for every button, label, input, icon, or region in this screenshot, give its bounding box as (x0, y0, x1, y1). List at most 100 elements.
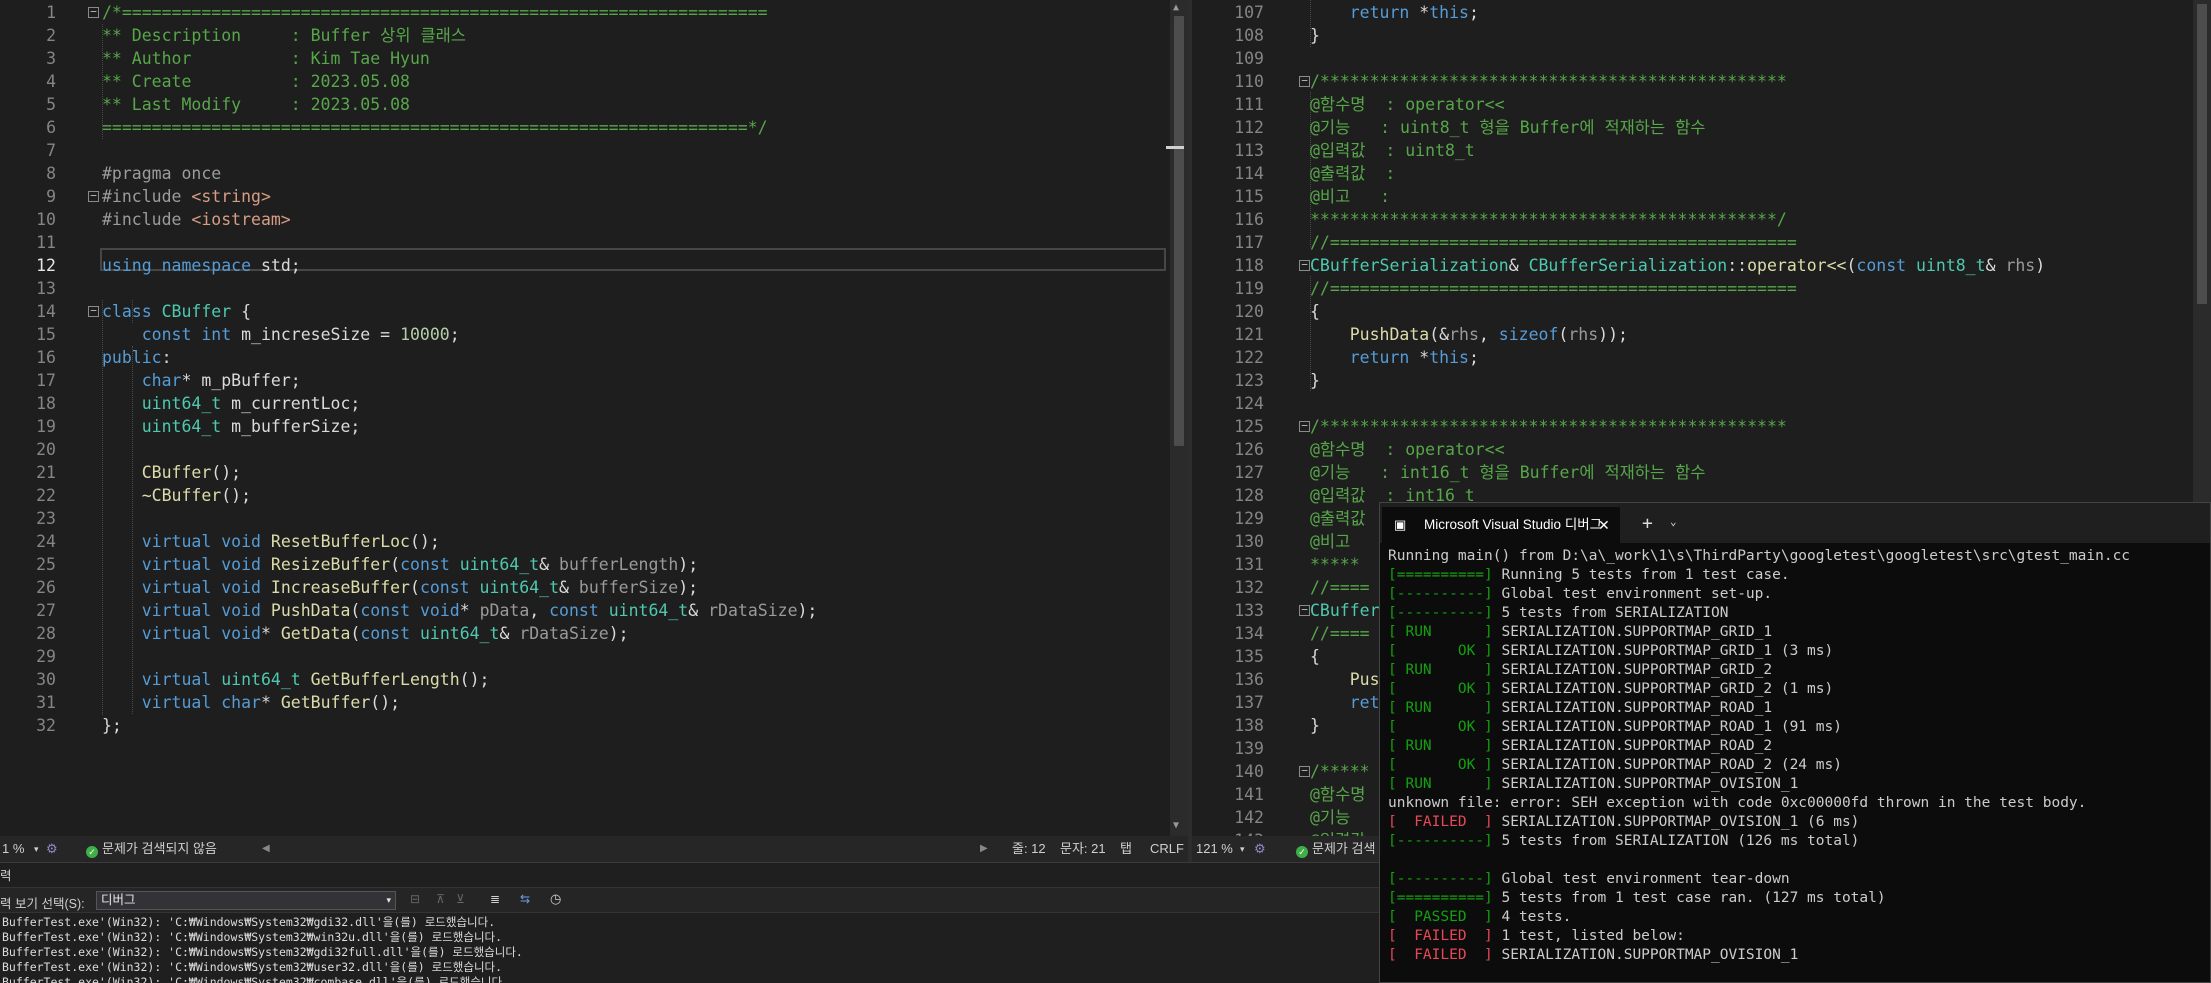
zoom-level[interactable]: 121 % (1196, 836, 1233, 862)
code-line[interactable]: 123} (1192, 369, 2211, 392)
scroll-left-arrow-icon[interactable]: ◀ (262, 836, 270, 862)
code-line[interactable]: 124 (1192, 392, 2211, 415)
next-message-icon[interactable]: ⊻ (456, 892, 465, 906)
code-line[interactable]: 8 #pragma once (0, 162, 1188, 185)
code-line[interactable]: 127 @기능 : int16_t 형을 Buffer에 적재하는 함수 (1192, 461, 2211, 484)
collapse-icon[interactable]: − (1299, 259, 1310, 271)
code-line[interactable]: 4 ** Create : 2023.05.08 (0, 70, 1188, 93)
code-text: CBuffer (1310, 599, 1380, 622)
code-line[interactable]: 115 @비고 : (1192, 185, 2211, 208)
word-wrap-icon[interactable]: ⇆ (520, 892, 530, 906)
code-line[interactable]: 19 uint64_t m_bufferSize; (0, 415, 1188, 438)
code-line[interactable]: 109 (1192, 47, 2211, 70)
code-line[interactable]: 32}; (0, 714, 1188, 737)
git-branch-icon[interactable]: ⚙ (46, 836, 58, 862)
collapse-icon[interactable]: − (1299, 420, 1310, 432)
check-circle-icon: ✓ (1296, 846, 1308, 858)
code-line[interactable]: 25 virtual void ResizeBuffer(const uint6… (0, 553, 1188, 576)
find-message-icon[interactable]: ⊟ (410, 892, 420, 906)
collapse-icon[interactable]: − (88, 305, 99, 317)
code-line[interactable]: 126 @함수명 : operator<< (1192, 438, 2211, 461)
code-line[interactable]: 114 @출력값 : (1192, 162, 2211, 185)
line-indicator[interactable]: 줄: 12 (1012, 836, 1046, 862)
code-line[interactable]: 120 { (1192, 300, 2211, 323)
code-line[interactable]: 14 − class CBuffer { (0, 300, 1188, 323)
code-line[interactable]: 107 return *this; (1192, 1, 2211, 24)
code-line[interactable]: 117 //===================================… (1192, 231, 2211, 254)
code-line[interactable]: 27 virtual void PushData(const void* pDa… (0, 599, 1188, 622)
clear-all-icon[interactable]: ≣ (490, 892, 500, 906)
code-line[interactable]: 122 return *this; (1192, 346, 2211, 369)
column-indicator[interactable]: 문자: 21 (1060, 836, 1106, 862)
code-line[interactable]: 118− CBufferSerialization& CBufferSeriali… (1192, 254, 2211, 277)
code-line[interactable]: 28 virtual void* GetData(const uint64_t&… (0, 622, 1188, 645)
left-code-editor[interactable]: 1−/*====================================… (0, 0, 1188, 836)
code-line[interactable]: 20 (0, 438, 1188, 461)
code-line[interactable]: 113 @입력값 : uint8_t (1192, 139, 2211, 162)
code-line[interactable]: 15 const int m_increseSize = 10000; (0, 323, 1188, 346)
code-line[interactable]: 121 PushData(&rhs, sizeof(rhs)); (1192, 323, 2211, 346)
collapse-icon[interactable]: − (1299, 75, 1310, 87)
code-line[interactable]: 116 *************************************… (1192, 208, 2211, 231)
code-line[interactable]: 3 ** Author : Kim Tae Hyun (0, 47, 1188, 70)
code-line[interactable]: 6 =======================================… (0, 116, 1188, 139)
scroll-up-arrow-icon[interactable]: ▲ (1173, 2, 1179, 13)
collapse-icon[interactable]: − (1299, 765, 1310, 777)
code-line[interactable]: 108} (1192, 24, 2211, 47)
code-line[interactable]: 23 (0, 507, 1188, 530)
collapse-icon[interactable]: − (1299, 604, 1310, 616)
code-line[interactable]: 119 //===================================… (1192, 277, 2211, 300)
git-branch-icon[interactable]: ⚙ (1254, 836, 1266, 862)
code-line[interactable]: 125 −/***********************************… (1192, 415, 2211, 438)
code-line[interactable]: 9 − #include <string> (0, 185, 1188, 208)
collapse-icon[interactable]: − (88, 190, 99, 202)
new-tab-plus-icon[interactable]: + (1642, 513, 1653, 534)
code-line[interactable]: 13 (0, 277, 1188, 300)
close-icon[interactable]: ✕ (1598, 507, 1610, 543)
code-line[interactable]: 26 virtual void IncreaseBuffer(const uin… (0, 576, 1188, 599)
scroll-thumb[interactable] (2197, 4, 2207, 304)
code-text: //==== (1310, 622, 1370, 645)
zoom-level[interactable]: 1 % (2, 836, 24, 862)
code-line[interactable]: 2 ** Description : Buffer 상위 클래스 (0, 24, 1188, 47)
code-line[interactable]: 31 virtual char* GetBuffer(); (0, 691, 1188, 714)
code-line[interactable]: 5 ** Last Modify : 2023.05.08 (0, 93, 1188, 116)
code-line[interactable]: 112 @기능 : uint8_t 형을 Buffer에 적재하는 함수 (1192, 116, 2211, 139)
tab-indicator[interactable]: 탭 (1120, 836, 1132, 862)
chevron-down-icon[interactable]: ▾ (34, 836, 39, 862)
code-line[interactable]: 16 public: (0, 346, 1188, 369)
scroll-right-arrow-icon[interactable]: ▶ (980, 836, 988, 862)
code-line[interactable]: 12 using namespace std; (0, 254, 1188, 277)
eol-indicator[interactable]: CRLF (1150, 836, 1184, 862)
code-line[interactable]: 10 #include <iostream> (0, 208, 1188, 231)
output-source-select[interactable]: 디버그 ▾ (96, 891, 396, 910)
prev-message-icon[interactable]: ⊼ (436, 892, 445, 906)
code-line[interactable]: 1 −/*====================================… (0, 1, 1188, 24)
scroll-thumb[interactable] (1174, 16, 1184, 446)
code-token: } (1310, 716, 1320, 735)
left-vertical-scrollbar[interactable]: ▲ ▼ (1170, 0, 1188, 836)
output-line: BufferTest.exe'(Win32): 'C:₩Windows₩Syst… (2, 975, 509, 983)
issues-indicator[interactable]: ✓ 문제가 검색되지 않음 (86, 836, 217, 862)
code-line[interactable]: 21 CBuffer(); (0, 461, 1188, 484)
scroll-down-arrow-icon[interactable]: ▼ (1173, 820, 1179, 831)
code-line[interactable]: 30 virtual uint64_t GetBufferLength(); (0, 668, 1188, 691)
code-line[interactable]: 29 (0, 645, 1188, 668)
code-line[interactable]: 18 uint64_t m_currentLoc; (0, 392, 1188, 415)
code-line[interactable]: 17 char* m_pBuffer; (0, 369, 1188, 392)
terminal-tab[interactable]: ▣ Microsoft Visual Studio 디버그 ✕ (1382, 507, 1620, 543)
code-text: /***** (1310, 760, 1370, 783)
chevron-down-icon[interactable]: ⌄ (1670, 515, 1677, 528)
code-line[interactable]: 11 (0, 231, 1188, 254)
debug-console-window[interactable]: ▣ Microsoft Visual Studio 디버그 ✕ + ⌄ Runn… (1379, 502, 2211, 983)
code-line[interactable]: 22 ~CBuffer(); (0, 484, 1188, 507)
code-line[interactable]: 110 −/***********************************… (1192, 70, 2211, 93)
collapse-icon[interactable]: − (88, 6, 99, 18)
code-line[interactable]: 111 @함수명 : operator<< (1192, 93, 2211, 116)
chevron-down-icon[interactable]: ▾ (1240, 836, 1245, 862)
clock-icon[interactable]: ◷ (550, 891, 561, 907)
issues-indicator[interactable]: ✓ 문제가 검색 (1296, 836, 1375, 862)
code-line[interactable]: 24 virtual void ResetBufferLoc(); (0, 530, 1188, 553)
code-line[interactable]: 7 (0, 139, 1188, 162)
